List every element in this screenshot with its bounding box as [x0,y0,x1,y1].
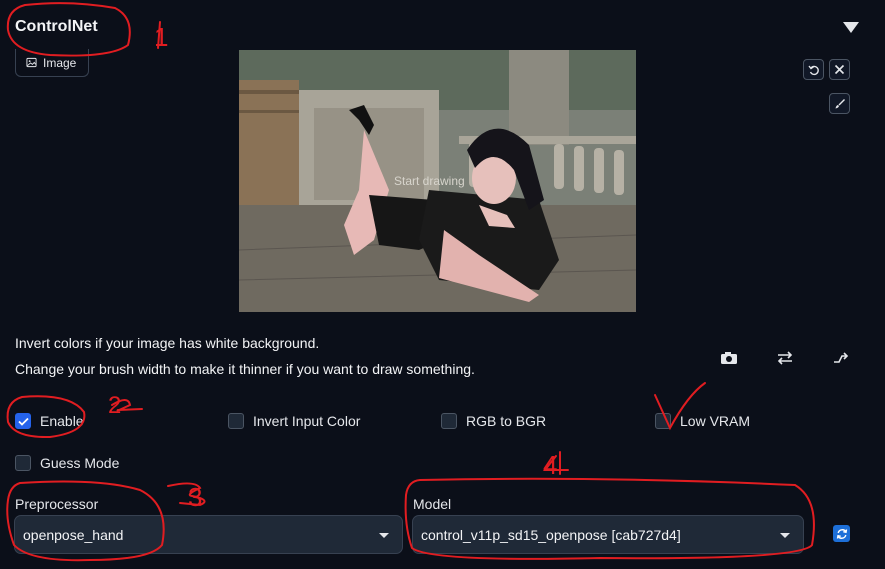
canvas-overlay-text: Start drawing [394,174,465,188]
help-text-invert: Invert colors if your image has white ba… [15,335,320,351]
brush-icon [835,98,845,108]
preprocessor-value: openpose_hand [23,526,124,543]
checkbox-box[interactable] [228,413,244,429]
collapse-arrow-icon[interactable] [843,22,859,33]
help-text-brush: Change your brush width to make it thinn… [15,361,475,377]
model-label: Model [413,496,452,512]
rgb-to-bgr-checkbox[interactable]: RGB to BGR [441,413,546,429]
chevron-down-icon [379,533,389,538]
refresh-icon [836,528,847,539]
low-vram-label: Low VRAM [680,413,751,429]
image-icon [26,57,37,68]
clear-button[interactable] [829,59,850,80]
rgb-to-bgr-label: RGB to BGR [466,413,547,429]
checkbox-box[interactable] [655,413,671,429]
enable-label: Enable [40,413,84,429]
image-canvas[interactable]: Start drawing [239,50,636,312]
model-dropdown[interactable]: control_v11p_sd15_openpose [cab727d4] [412,515,804,554]
panel-title[interactable]: ControlNet [15,18,98,36]
checkbox-box[interactable] [15,455,31,471]
close-icon [834,64,845,75]
preprocessor-label: Preprocessor [15,496,99,512]
model-value: control_v11p_sd15_openpose [cab727d4] [421,526,681,543]
checkbox-checked-icon[interactable] [15,413,31,429]
annotation-number-4: 4 [543,450,557,480]
tab-image-label: Image [43,55,77,70]
invert-input-color-checkbox[interactable]: Invert Input Color [228,413,360,429]
send-arrow-icon[interactable] [830,348,852,368]
camera-icon[interactable] [718,348,740,368]
chevron-down-icon [780,533,790,538]
invert-input-color-label: Invert Input Color [253,413,361,429]
reset-button[interactable] [803,59,824,80]
undo-icon [807,65,819,75]
refresh-models-button[interactable] [833,525,850,542]
annotation-number-2: 2 [108,392,121,419]
checkbox-box[interactable] [441,413,457,429]
preprocessor-dropdown[interactable]: openpose_hand [14,515,403,554]
tab-image[interactable]: Image [15,49,89,77]
low-vram-checkbox[interactable]: Low VRAM [655,413,750,429]
guess-mode-label: Guess Mode [40,455,120,471]
enable-checkbox[interactable]: Enable [15,413,84,429]
guess-mode-checkbox[interactable]: Guess Mode [15,455,119,471]
annotation-number-3: 3 [188,482,202,512]
brush-button[interactable] [829,93,850,114]
swap-icon[interactable] [774,348,796,368]
annotation-number-1: 1 [154,22,168,52]
